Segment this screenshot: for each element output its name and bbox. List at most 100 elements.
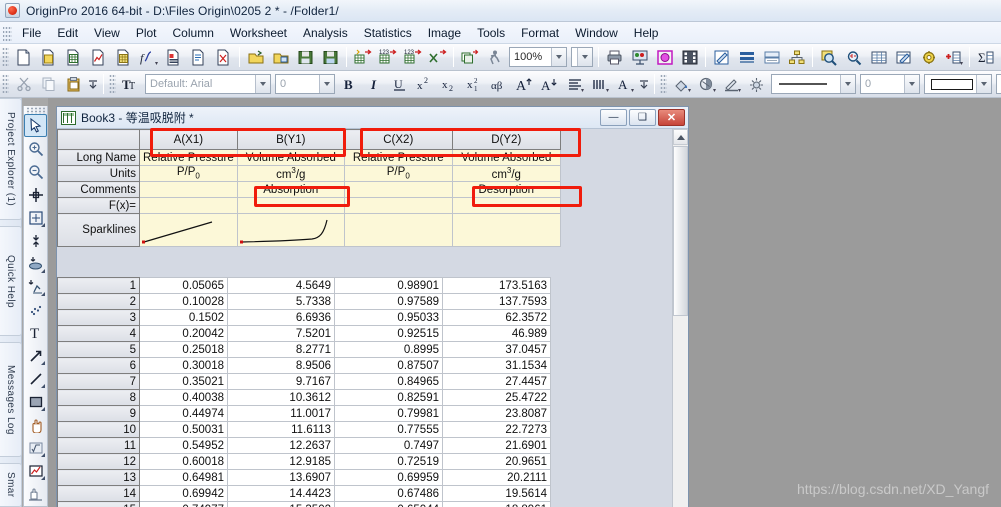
row-number[interactable]: 14 — [57, 485, 140, 502]
row-number[interactable]: 1 — [57, 277, 140, 294]
fill-color-icon[interactable]: ▾ — [695, 73, 718, 96]
cell-d[interactable]: 137.7593 — [442, 293, 551, 310]
row-number[interactable]: 12 — [57, 453, 140, 470]
subscript-icon[interactable]: x2 — [438, 73, 461, 96]
cell-c[interactable]: 0.92515 — [334, 325, 443, 342]
comment-c[interactable] — [343, 181, 453, 198]
scatter-tool-icon[interactable] — [24, 298, 47, 321]
edit-toolbar-overflow-button[interactable] — [87, 73, 99, 96]
edit-toolbar-grip[interactable] — [2, 73, 9, 95]
equation-tool-icon[interactable] — [24, 436, 47, 459]
format-toolbar-overflow-button[interactable] — [638, 73, 650, 96]
cell-a[interactable]: 0.54952 — [139, 437, 228, 454]
screen-reader-tool-icon[interactable] — [24, 183, 47, 206]
menu-item-help[interactable]: Help — [626, 24, 667, 42]
dock-tab-project-explorer[interactable]: Project Explorer (1) — [0, 98, 22, 220]
units-c[interactable]: P/P0 — [343, 165, 453, 182]
cell-b[interactable]: 8.2771 — [227, 341, 335, 358]
cell-c[interactable]: 0.7497 — [334, 437, 443, 454]
format-toolbar-grip[interactable] — [109, 73, 116, 95]
cell-b[interactable]: 6.6936 — [227, 309, 335, 326]
menu-item-file[interactable]: File — [14, 24, 49, 42]
cell-b[interactable]: 11.6113 — [227, 421, 335, 438]
dock-tab-messages-log[interactable]: Messages Log — [0, 342, 22, 457]
zoom-dropdown-arrow-icon[interactable] — [551, 48, 566, 66]
region-plot-tool-icon[interactable] — [24, 459, 47, 482]
menu-item-worksheet[interactable]: Worksheet — [222, 24, 295, 42]
dock-tab-smart-hint[interactable]: Smar — [0, 463, 22, 507]
row-number[interactable]: 5 — [57, 341, 140, 358]
cell-c[interactable]: 0.98901 — [334, 277, 443, 294]
edit-sheet-icon[interactable] — [892, 46, 915, 69]
line-color-icon[interactable]: ▾ — [720, 73, 743, 96]
font-size-dropdown-arrow-icon[interactable] — [319, 75, 334, 93]
minimize-button[interactable]: — — [600, 109, 627, 126]
menu-item-format[interactable]: Format — [513, 24, 567, 42]
cell-d[interactable]: 22.7273 — [442, 421, 551, 438]
sum-stats-icon[interactable]: Σ — [974, 46, 997, 69]
zoom-combo[interactable]: 100% — [509, 47, 567, 67]
cell-a[interactable]: 0.35021 — [139, 373, 228, 390]
cell-d[interactable]: 27.4457 — [442, 373, 551, 390]
row-number[interactable]: 4 — [57, 325, 140, 342]
text-color-icon[interactable]: ▾ — [588, 73, 611, 96]
menu-item-image[interactable]: Image — [420, 24, 469, 42]
menu-item-plot[interactable]: Plot — [128, 24, 165, 42]
standard-toolbar-grip[interactable] — [2, 46, 9, 68]
formula-a[interactable] — [139, 197, 238, 214]
print-icon[interactable] — [603, 46, 626, 69]
font-name-dropdown-arrow-icon[interactable] — [255, 75, 270, 93]
comment-b[interactable]: Absorption — [236, 181, 345, 198]
cell-d[interactable]: 46.989 — [442, 325, 551, 342]
cell-d[interactable]: 173.5163 — [442, 277, 551, 294]
menu-grip-handle[interactable] — [3, 24, 12, 41]
column-header-a[interactable]: A(X1) — [139, 129, 238, 150]
lighting-icon[interactable] — [745, 73, 768, 96]
increase-font-icon[interactable]: A — [513, 73, 536, 96]
new-function-plot-icon[interactable]: f ▾ — [137, 46, 160, 69]
line-width-dropdown-arrow-icon[interactable] — [904, 75, 919, 93]
draw-data-tool-icon[interactable] — [24, 252, 47, 275]
magic-wand-tool-icon[interactable] — [24, 482, 47, 505]
bold-icon[interactable]: B — [338, 73, 361, 96]
cell-a[interactable]: 0.60018 — [139, 453, 228, 470]
cell-a[interactable]: 0.10028 — [139, 293, 228, 310]
chevron-down-icon[interactable]: ▾ — [713, 87, 716, 94]
row-number[interactable]: 11 — [57, 437, 140, 454]
row-number[interactable]: 9 — [57, 405, 140, 422]
cell-b[interactable]: 12.9185 — [227, 453, 335, 470]
font-format-icon[interactable]: TT — [119, 73, 142, 96]
cell-d[interactable]: 62.3572 — [442, 309, 551, 326]
row-number[interactable]: 10 — [57, 421, 140, 438]
tools-toolbar-grip[interactable] — [26, 107, 45, 114]
worksheet-vertical-scrollbar[interactable] — [672, 129, 688, 507]
cell-d[interactable]: 20.9651 — [442, 453, 551, 470]
cell-a[interactable]: 0.69942 — [139, 485, 228, 502]
zoom-secondary-combo[interactable] — [571, 47, 593, 67]
menu-item-window[interactable]: Window — [567, 24, 626, 42]
cell-c[interactable]: 0.97589 — [334, 293, 443, 310]
cell-a[interactable]: 0.64981 — [139, 469, 228, 486]
scrollbar-thumb[interactable] — [673, 146, 688, 316]
underline-icon[interactable]: U — [388, 73, 411, 96]
menu-item-view[interactable]: View — [86, 24, 128, 42]
line-style-dropdown-arrow-icon[interactable] — [840, 75, 855, 93]
text-tool-icon[interactable]: T — [24, 321, 47, 344]
row-number[interactable]: 13 — [57, 469, 140, 486]
chevron-down-icon[interactable]: ▾ — [155, 60, 158, 67]
chevron-down-icon[interactable]: ▾ — [960, 60, 963, 67]
restore-button[interactable]: ❑ — [629, 109, 656, 126]
column-header-d[interactable]: D(Y2) — [451, 129, 561, 150]
data-reader-tool-icon[interactable] — [24, 206, 47, 229]
arrow-tool-icon[interactable] — [24, 344, 47, 367]
tool-flyout-corner-icon[interactable] — [41, 269, 45, 273]
cell-b[interactable]: 9.7167 — [227, 373, 335, 390]
cell-c[interactable]: 0.87507 — [334, 357, 443, 374]
zoom-out-tool-icon[interactable] — [24, 160, 47, 183]
cell-a[interactable]: 0.25018 — [139, 341, 228, 358]
cell-d[interactable]: 31.1534 — [442, 357, 551, 374]
formula-d[interactable] — [451, 197, 561, 214]
cell-b[interactable]: 4.5649 — [227, 277, 335, 294]
zoom-out-icon[interactable] — [842, 46, 865, 69]
long-name-b[interactable]: Volume Absorbed — [236, 149, 345, 166]
